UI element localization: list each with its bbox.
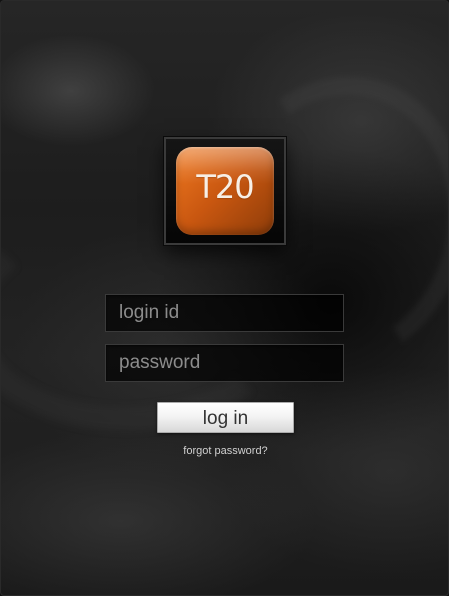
login-id-input[interactable] [106, 295, 343, 331]
login-id-field [105, 294, 344, 332]
login-screen: T20 log in forgot password? [0, 0, 449, 596]
log-in-button[interactable]: log in [157, 402, 294, 433]
app-logo-icon: T20 [176, 147, 274, 235]
logo-text: T20 [196, 168, 254, 206]
forgot-password-link[interactable]: forgot password? [1, 444, 448, 458]
password-input[interactable] [106, 345, 343, 381]
app-logo-frame: T20 [164, 137, 286, 245]
password-field [105, 344, 344, 382]
